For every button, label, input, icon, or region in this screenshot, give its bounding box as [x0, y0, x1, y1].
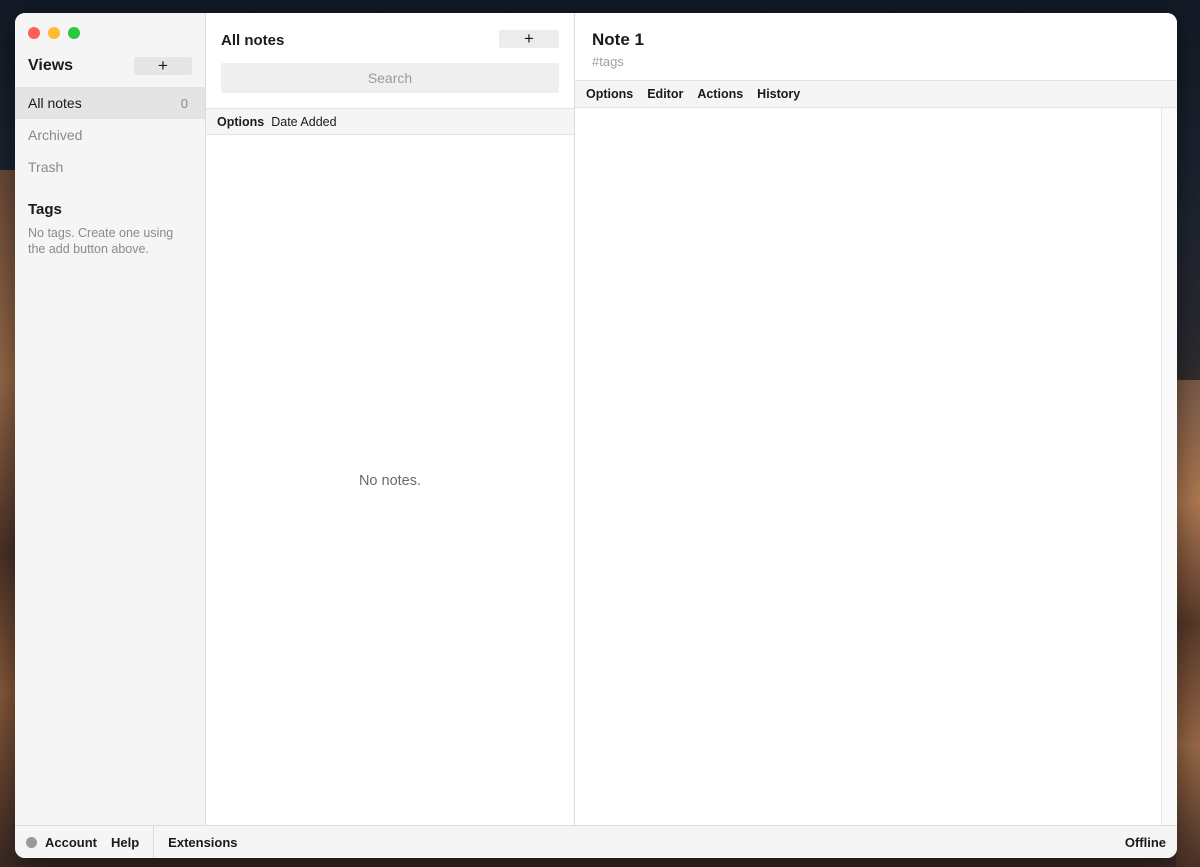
sidebar-item-trash[interactable]: Trash — [15, 151, 205, 183]
close-window-button[interactable] — [28, 27, 40, 39]
extensions-button[interactable]: Extensions — [168, 835, 237, 850]
footer-bar: Account Help Extensions Offline — [15, 825, 1177, 858]
search-input[interactable] — [221, 63, 559, 93]
add-view-button[interactable]: + — [134, 57, 192, 75]
note-text-area[interactable] — [575, 108, 1162, 825]
menu-history[interactable]: History — [757, 87, 800, 101]
notes-list-title: All notes — [221, 32, 285, 49]
sidebar-item-label: Archived — [28, 127, 83, 143]
notes-options-button[interactable]: Options — [217, 115, 264, 129]
sort-order-label: Date Added — [271, 114, 337, 129]
views-header: Views + — [28, 57, 192, 77]
menu-editor[interactable]: Editor — [647, 87, 683, 101]
tags-empty-message: No tags. Create one using the add button… — [28, 226, 174, 256]
menu-options[interactable]: Options — [586, 87, 633, 101]
editor-scrollbar[interactable] — [1162, 108, 1177, 825]
menu-actions[interactable]: Actions — [697, 87, 743, 101]
zoom-window-button[interactable] — [68, 27, 80, 39]
add-note-button[interactable]: + — [499, 30, 559, 48]
empty-notes-message: No notes. — [358, 473, 422, 489]
desktop-wallpaper-left — [0, 170, 16, 867]
editor-panel: Note 1 #tags Options Editor Actions Hist… — [575, 13, 1177, 825]
sidebar-item-label: All notes — [28, 95, 82, 111]
app-window: Views + All notes 0 Archived Trash Tags … — [15, 13, 1177, 858]
sidebar-item-label: Trash — [28, 159, 64, 175]
notes-options-bar: Options Date Added — [206, 108, 574, 135]
sidebar: Views + All notes 0 Archived Trash Tags … — [15, 13, 206, 825]
notes-list-panel: All notes + Options Date Added No notes. — [206, 13, 575, 825]
sidebar-item-archived[interactable]: Archived — [15, 119, 205, 151]
desktop-wallpaper-right — [1176, 380, 1200, 867]
tags-title: Tags — [28, 201, 62, 218]
note-count: 0 — [180, 95, 188, 111]
help-button[interactable]: Help — [111, 835, 139, 850]
sidebar-item-all-notes[interactable]: All notes 0 — [15, 87, 205, 119]
window-controls — [28, 27, 80, 39]
editor-menu-bar: Options Editor Actions History — [575, 80, 1177, 108]
views-title: Views — [28, 57, 74, 74]
minimize-window-button[interactable] — [48, 27, 60, 39]
note-tags-input[interactable]: #tags — [592, 54, 624, 69]
account-button[interactable]: Account — [45, 835, 97, 850]
footer-divider — [153, 825, 155, 858]
views-nav: All notes 0 Archived Trash — [15, 87, 205, 183]
note-title-input[interactable]: Note 1 — [592, 30, 644, 50]
account-status-icon — [26, 836, 37, 848]
sync-status: Offline — [1124, 834, 1166, 850]
